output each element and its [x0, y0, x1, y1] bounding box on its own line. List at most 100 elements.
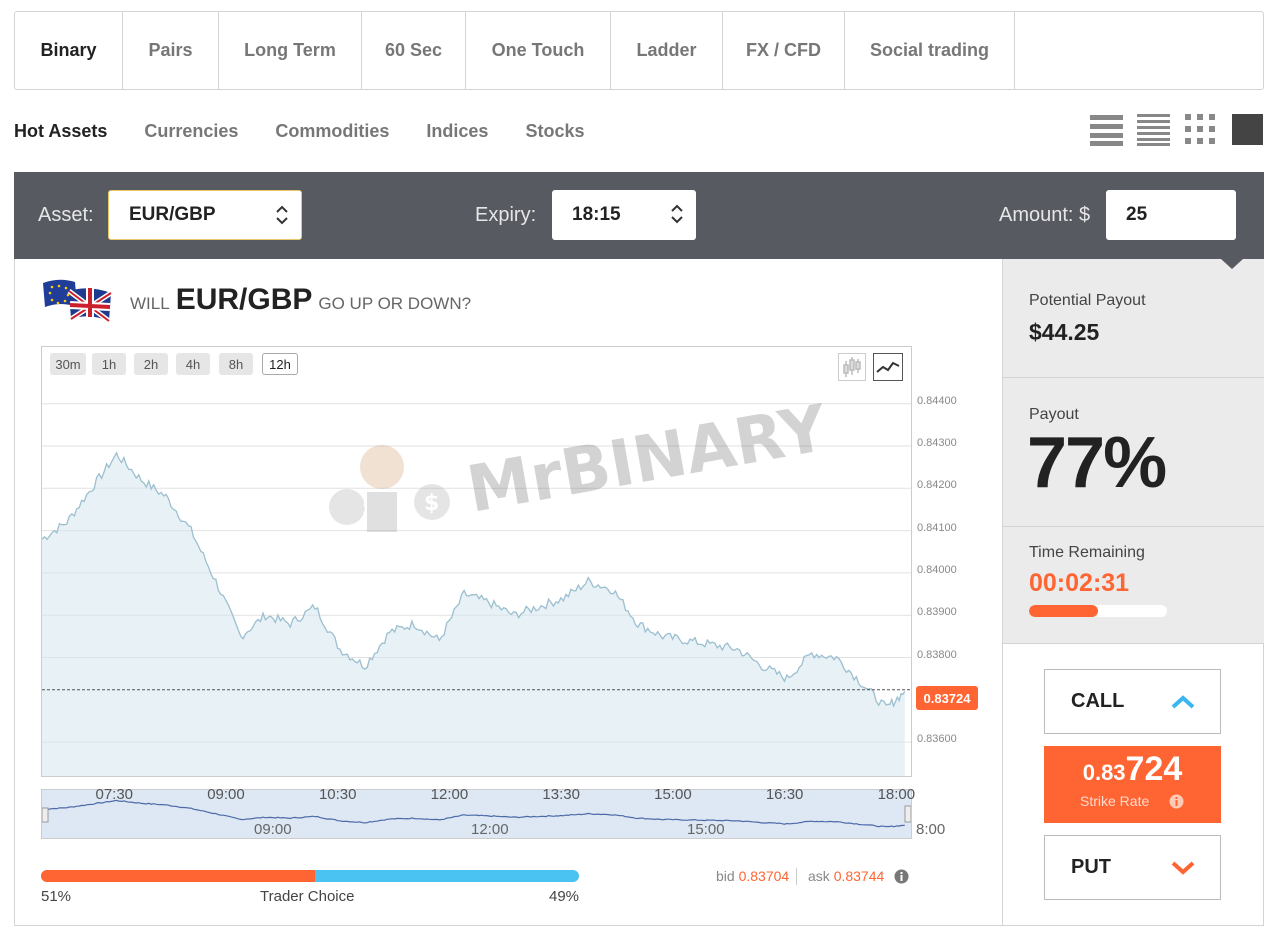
time-remaining-bar [1029, 605, 1167, 617]
bid-label: bid [716, 868, 735, 884]
x-tick-label: 13:30 [542, 786, 580, 803]
expiry-label: Expiry: [475, 204, 537, 226]
call-button[interactable]: CALL [1044, 669, 1221, 734]
tab-long-term[interactable]: Long Term [219, 12, 362, 89]
tab-one-touch[interactable]: One Touch [466, 12, 611, 89]
question-prefix: WILL [130, 294, 170, 313]
potential-payout-block: Potential Payout $44.25 [1003, 259, 1264, 377]
amount-label: Amount: $ [999, 204, 1091, 226]
x-tick-label: 09:00 [207, 786, 245, 803]
product-tabs: Binary Pairs Long Term 60 Sec One Touch … [14, 11, 1264, 90]
price-chart[interactable]: 30m 1h 2h 4h 8h 12h $ $ [41, 346, 912, 777]
svg-text:$: $ [424, 491, 439, 516]
strike-rate-prefix: 0.83 [1082, 760, 1126, 785]
tab-binary[interactable]: Binary [15, 12, 123, 89]
watermark-text: MrBINARY [462, 392, 833, 528]
time-remaining-block: Time Remaining 00:02:31 [1003, 527, 1264, 643]
bidask-divider [796, 868, 797, 885]
tab-pairs[interactable]: Pairs [123, 12, 219, 89]
chevron-up-icon [1171, 695, 1195, 709]
tab-social-trading[interactable]: Social trading [845, 12, 1015, 89]
time-remaining-value: 00:02:31 [1029, 569, 1130, 597]
bid-value: 0.83704 [738, 868, 790, 884]
amount-input[interactable]: 25 [1106, 190, 1236, 240]
bid-quote: bid 0.83704 [716, 868, 789, 884]
x-tick-label: 18:00 [877, 786, 916, 803]
expiry-select-value: 18:15 [572, 204, 621, 225]
x-tick-label: 10:30 [318, 786, 357, 803]
subtab-stocks[interactable]: Stocks [525, 118, 584, 144]
x-tick-label: 12:00 [430, 786, 469, 803]
y-tick-label: 0.84300 [917, 437, 957, 449]
navigator-right-handle[interactable] [904, 805, 912, 823]
list-view-icon[interactable] [1090, 113, 1123, 146]
put-label: PUT [1071, 856, 1111, 878]
eu-uk-flag-icon [43, 279, 113, 323]
navigator-tick: 15:00 [687, 821, 725, 838]
caret-down-icon [1221, 259, 1243, 269]
navigator-left-handle[interactable] [41, 807, 49, 823]
y-tick-label: 0.83800 [917, 648, 957, 661]
asset-label: Asset: [38, 204, 94, 226]
price-chart-plot: $ $ MrBINARY [42, 392, 911, 776]
single-view-icon[interactable] [1231, 113, 1264, 146]
tab-60-sec[interactable]: 60 Sec [362, 12, 466, 89]
ask-label: ask [808, 868, 830, 884]
view-mode-switcher [1090, 113, 1264, 146]
put-button[interactable]: PUT [1044, 835, 1221, 900]
mrbinary-watermark: $ $ MrBINARY [329, 392, 833, 532]
subtab-hot-assets[interactable]: Hot Assets [14, 118, 107, 144]
subtab-commodities[interactable]: Commodities [275, 118, 389, 144]
asset-category-tabs: Hot Assets Currencies Commodities Indice… [14, 118, 621, 144]
payout-value: 77% [1027, 423, 1167, 503]
time-remaining-fill [1029, 605, 1098, 617]
chevron-down-icon [1171, 861, 1195, 875]
expiry-select[interactable]: 18:15 [552, 190, 696, 240]
x-tick-label: 16:30 [765, 786, 804, 803]
time-remaining-label: Time Remaining [1029, 544, 1145, 561]
potential-payout-label: Potential Payout [1029, 292, 1146, 309]
y-tick-label: 0.84000 [917, 563, 957, 576]
ask-quote: ask 0.83744 [808, 868, 884, 884]
strike-rate-label: Strike Rate [1080, 793, 1150, 809]
compact-list-view-icon[interactable] [1137, 113, 1170, 146]
trader-choice-left-pct: 51% [41, 888, 72, 905]
tab-fx-cfd[interactable]: FX / CFD [723, 12, 845, 89]
trader-choice-label: Trader Choice [260, 888, 355, 905]
trade-settings-bar: Asset: EUR/GBP Expiry: 18:15 Amount: $ 2… [14, 172, 1264, 259]
y-tick-label: 0.83600 [917, 733, 957, 746]
navigator-tick: 09:00 [254, 821, 292, 838]
asset-select-value: EUR/GBP [129, 204, 216, 225]
asset-select[interactable]: EUR/GBP [108, 190, 302, 240]
grid-view-icon[interactable] [1184, 113, 1217, 146]
y-tick-label: 0.83900 [917, 606, 957, 619]
trade-question: WILL EUR/GBP GO UP OR DOWN? [130, 283, 471, 317]
y-tick-label: 0.84200 [917, 479, 957, 492]
amount-input-value: 25 [1126, 204, 1148, 225]
x-tick-label: 15:00 [654, 786, 692, 803]
updown-chevron-icon [276, 205, 288, 225]
trade-summary-column: Potential Payout $44.25 Payout 77% Time … [1002, 259, 1264, 926]
ask-value: 0.83744 [833, 868, 885, 884]
trader-choice-call-fill [41, 870, 316, 882]
subtab-indices[interactable]: Indices [426, 118, 488, 144]
y-tick-label: 0.84400 [917, 394, 957, 407]
y-tick-label: 0.84100 [917, 521, 957, 534]
strike-rate-digits: 724 [1125, 750, 1183, 788]
x-tick-label: 07:30 [95, 786, 134, 803]
info-icon[interactable] [894, 869, 909, 884]
potential-payout-value: $44.25 [1029, 319, 1100, 345]
updown-chevron-icon [671, 204, 683, 224]
question-suffix: GO UP OR DOWN? [318, 294, 472, 313]
info-icon[interactable] [1169, 794, 1184, 809]
call-label: CALL [1071, 690, 1125, 712]
navigator-tick: 12:00 [471, 821, 509, 838]
tab-ladder[interactable]: Ladder [611, 12, 723, 89]
subtab-currencies[interactable]: Currencies [144, 118, 238, 144]
strike-rate-box: 0.83724 Strike Rate [1044, 746, 1221, 823]
question-asset: EUR/GBP [175, 283, 313, 316]
current-price-tag: 0.83724 [916, 686, 978, 710]
trader-choice-right-pct: 49% [549, 888, 580, 905]
payout-block: Payout 77% [1003, 378, 1264, 526]
navigator-tick: 8:00 [916, 821, 946, 838]
